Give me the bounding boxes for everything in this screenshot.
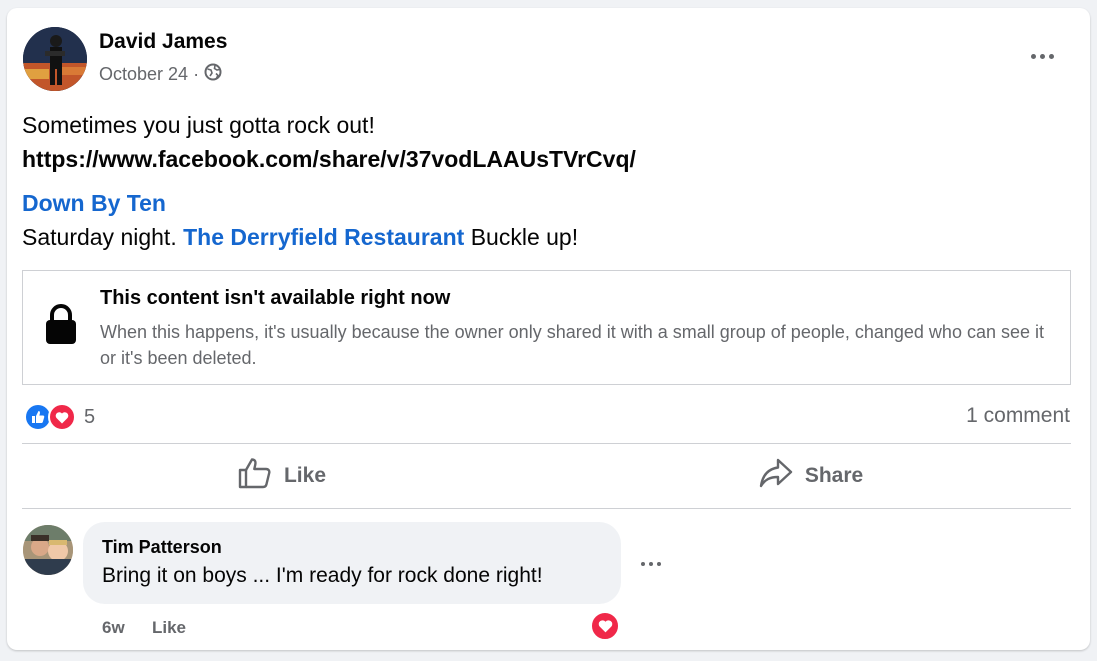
like-button[interactable]: Like <box>22 449 542 503</box>
thumbs-up-icon <box>238 457 272 495</box>
comment-like-button[interactable]: Like <box>152 618 186 638</box>
post-text: Sometimes you just gotta rock out! https… <box>22 108 636 176</box>
share-button-label: Share <box>804 464 864 487</box>
like-button-label: Like <box>283 464 327 487</box>
author-avatar[interactable] <box>23 27 87 91</box>
post-text-line: Sometimes you just gotta rock out! <box>22 112 375 138</box>
comment-text: Bring it on boys ... I'm ready for rock … <box>102 564 543 587</box>
line3-prefix: Saturday night. <box>22 224 184 250</box>
lock-icon <box>43 303 79 345</box>
date-separator: · <box>193 64 200 84</box>
comment-bubble: Tim Patterson Bring it on boys ... I'm r… <box>83 522 621 604</box>
line3-suffix: Buckle up! <box>464 224 579 250</box>
post-url[interactable]: https://www.facebook.com/share/v/37vodLA… <box>22 142 636 176</box>
post-card: David James October 24 · Sometimes you j… <box>7 8 1090 650</box>
globe-icon[interactable] <box>204 63 222 86</box>
unavailable-body: When this happens, it's usually because … <box>100 322 1044 368</box>
author-name[interactable]: David James <box>99 30 227 54</box>
unavailable-title: This content isn't available right now <box>100 287 451 309</box>
share-button[interactable]: Share <box>551 449 1071 503</box>
post-text-secondary: Down By Ten Saturday night. The Derryfie… <box>22 186 578 254</box>
post-date[interactable]: October 24 <box>99 64 188 85</box>
post-meta: October 24 · <box>99 63 222 86</box>
commenter-avatar[interactable] <box>23 525 73 575</box>
commenter-name[interactable]: Tim Patterson <box>102 537 222 558</box>
venue-link[interactable]: The Derryfield Restaurant <box>183 224 464 250</box>
love-reaction-icon <box>48 403 76 431</box>
more-options-icon[interactable] <box>1025 44 1059 68</box>
divider <box>22 443 1071 444</box>
reaction-summary[interactable]: 5 <box>24 402 95 432</box>
comment-love-reaction-icon[interactable] <box>590 611 620 641</box>
comment-count[interactable]: 1 comment <box>966 404 1070 428</box>
divider <box>22 508 1071 509</box>
comment-more-options-icon[interactable] <box>637 554 665 574</box>
unavailable-content-box: This content isn't available right now W… <box>22 270 1071 385</box>
post-text-line-3: Saturday night. The Derryfield Restauran… <box>22 220 578 254</box>
share-arrow-icon <box>759 458 793 494</box>
comment-timestamp[interactable]: 6w <box>102 618 125 638</box>
reaction-count[interactable]: 5 <box>84 406 95 429</box>
band-link[interactable]: Down By Ten <box>22 186 578 220</box>
